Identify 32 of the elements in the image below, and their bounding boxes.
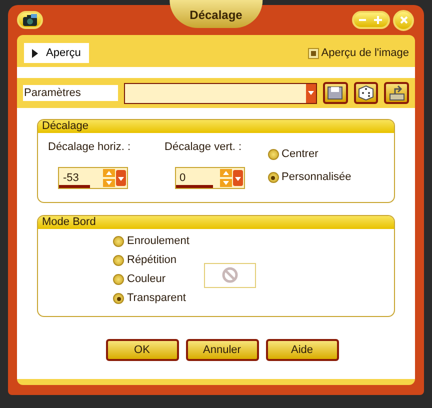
field-label: Décalage horiz. : — [48, 140, 131, 155]
reset-icon[interactable] — [384, 82, 409, 104]
camera-icon[interactable] — [17, 11, 43, 29]
dice-icon[interactable] — [354, 82, 378, 104]
caret-icon — [308, 91, 314, 95]
radio-option[interactable]: Centrer — [268, 145, 352, 164]
field-label: Décalage vert. : — [164, 140, 243, 155]
save-icon[interactable] — [322, 82, 348, 104]
minimize-maximize-button[interactable] — [352, 11, 390, 29]
spinner-icon[interactable] — [103, 168, 127, 188]
radio-option[interactable]: Personnalisée — [268, 168, 352, 187]
radio-option[interactable]: Transparent — [113, 289, 190, 308]
preview-toggle[interactable]: Aperçu — [24, 42, 89, 64]
group-title: Mode Bord — [38, 216, 394, 229]
spinner-icon[interactable] — [220, 168, 244, 188]
color-swatch[interactable] — [204, 262, 256, 288]
none-icon — [222, 267, 238, 283]
dialog-button[interactable]: OK — [106, 339, 178, 361]
dialog-button[interactable]: Aide — [266, 339, 338, 361]
group-title: Décalage — [38, 120, 394, 133]
window-title: Décalage — [170, 0, 262, 28]
minus-plus-icon — [359, 16, 384, 24]
dialog-button[interactable]: Annuler — [186, 339, 258, 361]
presets-dropdown[interactable] — [124, 82, 317, 104]
presets-label: Paramètres — [23, 84, 118, 102]
radio-option[interactable]: Couleur — [113, 270, 190, 289]
radio-option[interactable]: Répétition — [113, 251, 190, 270]
radio-option[interactable]: Enroulement — [113, 232, 190, 251]
close-icon — [400, 16, 408, 24]
image-preview-checkbox[interactable]: Aperçu de l'image — [308, 44, 409, 62]
close-button[interactable] — [393, 10, 414, 30]
caret-icon — [32, 48, 38, 58]
